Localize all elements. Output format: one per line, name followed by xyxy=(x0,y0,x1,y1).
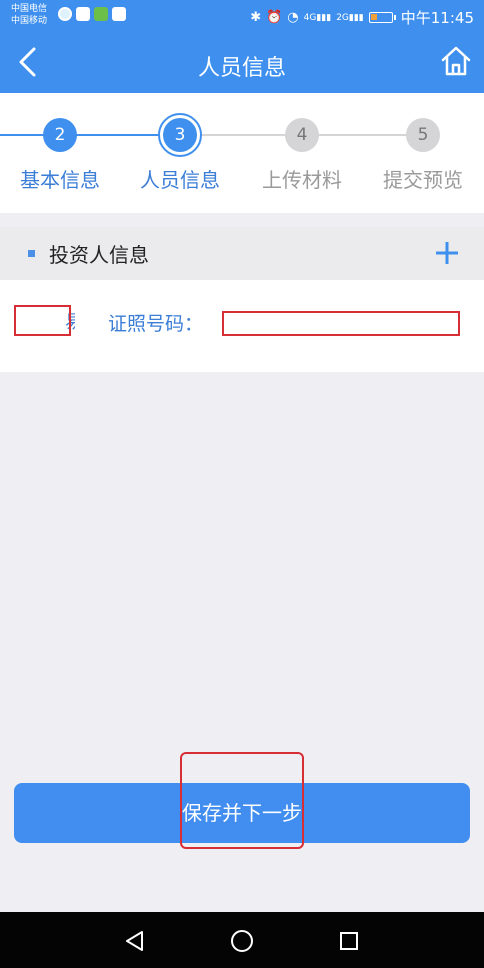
alarm-icon: ⏰ xyxy=(266,10,283,25)
status-indicators: ✱ ⏰ ◔ 4G▮▮▮ 2G▮▮▮ 中午11:45 xyxy=(250,7,474,28)
carrier-1: 中国电信 xyxy=(11,4,48,14)
app-notification-icon xyxy=(58,7,72,21)
back-triangle-icon[interactable] xyxy=(124,930,146,952)
step-progress: 2 基本信息 3 人员信息 4 上传材料 5 提交预览 xyxy=(0,93,484,213)
investor-list-item[interactable]: 易 证照号码： xyxy=(0,280,484,372)
step-5-label: 提交预览 xyxy=(383,168,463,192)
status-bar: 中国电信 中国移动 ✱ ⏰ ◔ 4G▮▮▮ 2G▮▮▮ 中午11:45 xyxy=(0,0,484,32)
section-title: 投资人信息 xyxy=(49,243,149,267)
app-notification-icon xyxy=(76,7,90,21)
wifi-icon: ◔ xyxy=(287,10,299,25)
recents-square-icon[interactable] xyxy=(339,931,359,951)
step-4-label: 上传材料 xyxy=(262,168,342,192)
bluetooth-icon: ✱ xyxy=(250,10,262,25)
step-2-label: 基本信息 xyxy=(20,168,100,192)
cert-number-label: 证照号码： xyxy=(108,313,204,335)
section-bullet-icon xyxy=(28,250,35,257)
plus-icon xyxy=(436,242,458,264)
page-title: 人员信息 xyxy=(197,56,286,81)
location-app-icon xyxy=(112,7,126,21)
step-4-circle: 4 xyxy=(285,118,319,152)
step-connector xyxy=(0,134,168,136)
step-2-circle: 2 xyxy=(43,118,77,152)
carrier-info: 中国电信 中国移动 xyxy=(11,3,47,27)
signal-2-icon: 2G▮▮▮ xyxy=(336,12,364,23)
status-time: 中午11:45 xyxy=(400,9,474,27)
home-icon xyxy=(441,46,471,76)
annotation-box xyxy=(180,752,304,849)
redaction-box xyxy=(14,305,71,336)
system-nav-bar xyxy=(0,912,484,968)
app-notification-icon xyxy=(94,7,108,21)
battery-icon xyxy=(368,12,396,23)
redaction-box xyxy=(222,311,460,336)
nav-bar: 人员信息 xyxy=(0,32,484,93)
signal-1-icon: 4G▮▮▮ xyxy=(303,12,332,23)
step-3-label: 人员信息 xyxy=(140,168,220,192)
carrier-2: 中国移动 xyxy=(11,16,48,26)
home-button[interactable] xyxy=(440,44,472,78)
home-circle-icon[interactable] xyxy=(230,929,254,953)
step-5-circle: 5 xyxy=(406,118,440,152)
investor-section-header: 投资人信息 xyxy=(0,227,484,280)
step-3-circle: 3 xyxy=(163,118,197,152)
add-investor-button[interactable] xyxy=(434,240,460,266)
notification-icons xyxy=(58,7,126,21)
